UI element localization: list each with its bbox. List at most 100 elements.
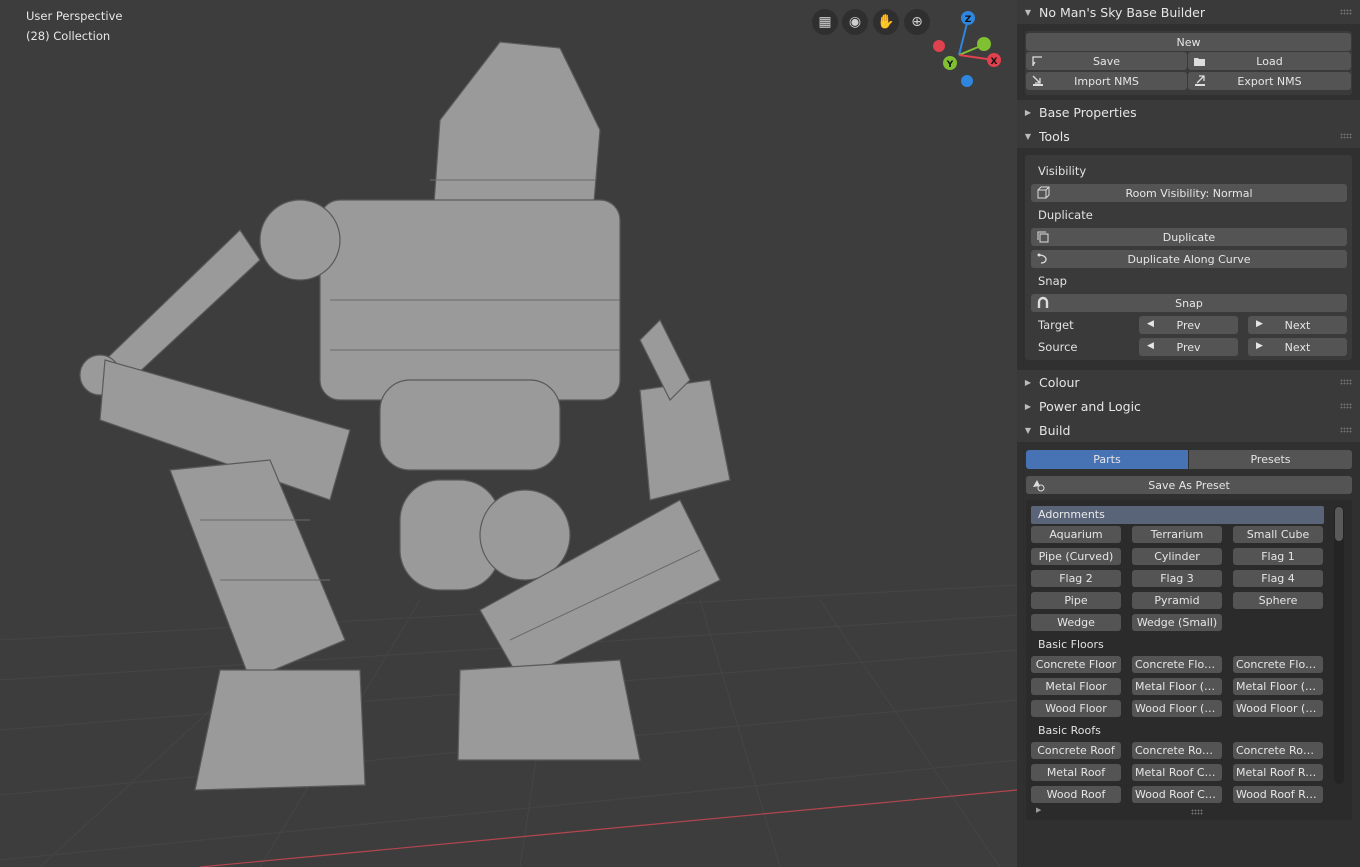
shapes-icon bbox=[1033, 480, 1045, 492]
viewport-grid bbox=[0, 41, 1017, 867]
part-metal-floor-glass-button[interactable]: Metal Floor (Gla.. bbox=[1233, 678, 1323, 695]
import-nms-label: Import NMS bbox=[1074, 74, 1139, 88]
part-label: Cylinder bbox=[1154, 550, 1200, 563]
pan-hand-icon[interactable]: ✋ bbox=[873, 9, 899, 35]
part-concrete-roof-corner-button[interactable]: Concrete Roof C.. bbox=[1132, 742, 1222, 759]
part-label: Wood Floor (Sm.. bbox=[1135, 702, 1222, 715]
part-label: Metal Roof Ramp bbox=[1236, 766, 1323, 779]
part-wedge-small-button[interactable]: Wedge (Small) bbox=[1132, 614, 1222, 631]
part-label: Wood Roof Ramp bbox=[1236, 788, 1323, 801]
power-logic-title: Power and Logic bbox=[1039, 398, 1141, 414]
build-title: Build bbox=[1039, 422, 1071, 438]
part-pyramid-button[interactable]: Pyramid bbox=[1132, 592, 1222, 609]
snap-label: Snap bbox=[1175, 296, 1203, 310]
target-next-button[interactable]: ▶ Next bbox=[1248, 316, 1347, 334]
drag-grip-icon[interactable] bbox=[1340, 403, 1352, 409]
duplicate-along-curve-button[interactable]: Duplicate Along Curve bbox=[1031, 250, 1347, 268]
part-label: Pyramid bbox=[1154, 594, 1200, 607]
magnet-icon bbox=[1037, 296, 1049, 308]
snap-button[interactable]: Snap bbox=[1031, 294, 1347, 312]
source-prev-button[interactable]: ◀ Prev bbox=[1139, 338, 1238, 356]
part-concrete-floor-glass-button[interactable]: Concrete Floor .. bbox=[1233, 656, 1323, 673]
part-concrete-roof-ramp-button[interactable]: Concrete Roof R.. bbox=[1233, 742, 1323, 759]
3d-viewport[interactable]: User Perspective (28) Collection ▦ ◉ ✋ ⊕… bbox=[0, 0, 1017, 867]
part-concrete-floor-button[interactable]: Concrete Floor bbox=[1031, 656, 1121, 673]
part-terrarium-button[interactable]: Terrarium bbox=[1132, 526, 1222, 543]
part-metal-roof-corner-button[interactable]: Metal Roof Corner bbox=[1132, 764, 1222, 781]
drag-grip-icon[interactable] bbox=[1340, 379, 1352, 385]
load-label: Load bbox=[1256, 54, 1283, 68]
part-label: Small Cube bbox=[1246, 528, 1310, 541]
part-flag-4-button[interactable]: Flag 4 bbox=[1233, 570, 1323, 587]
part-pipe-curved-button[interactable]: Pipe (Curved) bbox=[1031, 548, 1121, 565]
room-visibility-button[interactable]: Room Visibility: Normal bbox=[1031, 184, 1347, 202]
part-concrete-roof-button[interactable]: Concrete Roof bbox=[1031, 742, 1121, 759]
part-label: Wood Floor (Gla.. bbox=[1236, 702, 1323, 715]
part-wood-floor-button[interactable]: Wood Floor bbox=[1031, 700, 1121, 717]
play-reverse-icon: ◀ bbox=[1147, 319, 1154, 329]
part-concrete-floor-small-button[interactable]: Concrete Floor (.. bbox=[1132, 656, 1222, 673]
target-prev-button[interactable]: ◀ Prev bbox=[1139, 316, 1238, 334]
list-expand-triangle-icon[interactable]: ▶ bbox=[1036, 806, 1041, 814]
zoom-icon[interactable]: ⊕ bbox=[904, 9, 930, 35]
viewport-perspective-label: User Perspective bbox=[26, 9, 123, 23]
part-flag-2-button[interactable]: Flag 2 bbox=[1031, 570, 1121, 587]
part-metal-roof-ramp-button[interactable]: Metal Roof Ramp bbox=[1233, 764, 1323, 781]
part-aquarium-button[interactable]: Aquarium bbox=[1031, 526, 1121, 543]
part-wood-roof-ramp-button[interactable]: Wood Roof Ramp bbox=[1233, 786, 1323, 803]
tab-presets[interactable]: Presets bbox=[1189, 450, 1352, 469]
import-nms-button[interactable]: Import NMS bbox=[1026, 72, 1187, 90]
export-nms-button[interactable]: Export NMS bbox=[1188, 72, 1351, 90]
save-as-preset-button[interactable]: Save As Preset bbox=[1026, 476, 1352, 494]
load-button[interactable]: Load bbox=[1188, 52, 1351, 70]
duplicate-label: Duplicate bbox=[1162, 230, 1216, 244]
drag-grip-icon[interactable] bbox=[1340, 427, 1352, 433]
target-next-label: Next bbox=[1284, 318, 1311, 332]
part-flag-1-button[interactable]: Flag 1 bbox=[1233, 548, 1323, 565]
part-wood-floor-small-button[interactable]: Wood Floor (Sm.. bbox=[1132, 700, 1222, 717]
adornments-group-header[interactable]: Adornments bbox=[1031, 506, 1324, 524]
part-metal-roof-button[interactable]: Metal Roof bbox=[1031, 764, 1121, 781]
list-resize-grip-icon[interactable] bbox=[1191, 809, 1203, 815]
parts-list-scroll-thumb[interactable] bbox=[1335, 507, 1343, 541]
part-flag-3-button[interactable]: Flag 3 bbox=[1132, 570, 1222, 587]
duplicate-icon bbox=[1037, 231, 1049, 243]
adornments-group-title: Adornments bbox=[1038, 508, 1105, 521]
part-label: Wood Roof Corner bbox=[1135, 788, 1222, 801]
part-cylinder-button[interactable]: Cylinder bbox=[1132, 548, 1222, 565]
duplicate-button[interactable]: Duplicate bbox=[1031, 228, 1347, 246]
part-metal-floor-small-button[interactable]: Metal Floor (Sm.. bbox=[1132, 678, 1222, 695]
part-label: Metal Floor (Sm.. bbox=[1135, 680, 1222, 693]
part-small-cube-button[interactable]: Small Cube bbox=[1233, 526, 1323, 543]
panel-header-addon[interactable]: ▼ No Man's Sky Base Builder bbox=[1017, 0, 1360, 24]
source-next-button[interactable]: ▶ Next bbox=[1248, 338, 1347, 356]
room-visibility-label: Room Visibility: Normal bbox=[1125, 186, 1253, 200]
new-button[interactable]: New bbox=[1026, 33, 1351, 51]
panel-header-colour[interactable]: ▶ Colour bbox=[1017, 370, 1360, 394]
part-metal-floor-button[interactable]: Metal Floor bbox=[1031, 678, 1121, 695]
part-wood-floor-glass-button[interactable]: Wood Floor (Gla.. bbox=[1233, 700, 1323, 717]
part-label: Flag 4 bbox=[1261, 572, 1295, 585]
part-wood-roof-button[interactable]: Wood Roof bbox=[1031, 786, 1121, 803]
toggle-view-icon[interactable]: ▦ bbox=[812, 9, 838, 35]
drag-grip-icon[interactable] bbox=[1340, 9, 1352, 15]
camera-icon[interactable]: ◉ bbox=[842, 9, 868, 35]
panel-header-tools[interactable]: ▼ Tools bbox=[1017, 124, 1360, 148]
part-label: Metal Roof bbox=[1046, 766, 1106, 779]
part-pipe-button[interactable]: Pipe bbox=[1031, 592, 1121, 609]
part-label: Flag 1 bbox=[1261, 550, 1295, 563]
part-sphere-button[interactable]: Sphere bbox=[1233, 592, 1323, 609]
expand-triangle-icon: ▶ bbox=[1024, 107, 1032, 117]
panel-header-power-logic[interactable]: ▶ Power and Logic bbox=[1017, 394, 1360, 418]
viewport-collection-label: (28) Collection bbox=[26, 29, 111, 43]
part-wedge-button[interactable]: Wedge bbox=[1031, 614, 1121, 631]
tab-parts[interactable]: Parts bbox=[1026, 450, 1188, 469]
part-wood-roof-corner-button[interactable]: Wood Roof Corner bbox=[1132, 786, 1222, 803]
parts-list-scrollbar[interactable] bbox=[1334, 506, 1344, 784]
panel-header-build[interactable]: ▼ Build bbox=[1017, 418, 1360, 442]
save-button[interactable]: Save bbox=[1026, 52, 1187, 70]
part-label: Sphere bbox=[1258, 594, 1298, 607]
drag-grip-icon[interactable] bbox=[1340, 133, 1352, 139]
panel-header-base-properties[interactable]: ▶ Base Properties bbox=[1017, 100, 1360, 124]
navigation-gizmo[interactable]: Z Y X bbox=[928, 8, 1008, 93]
